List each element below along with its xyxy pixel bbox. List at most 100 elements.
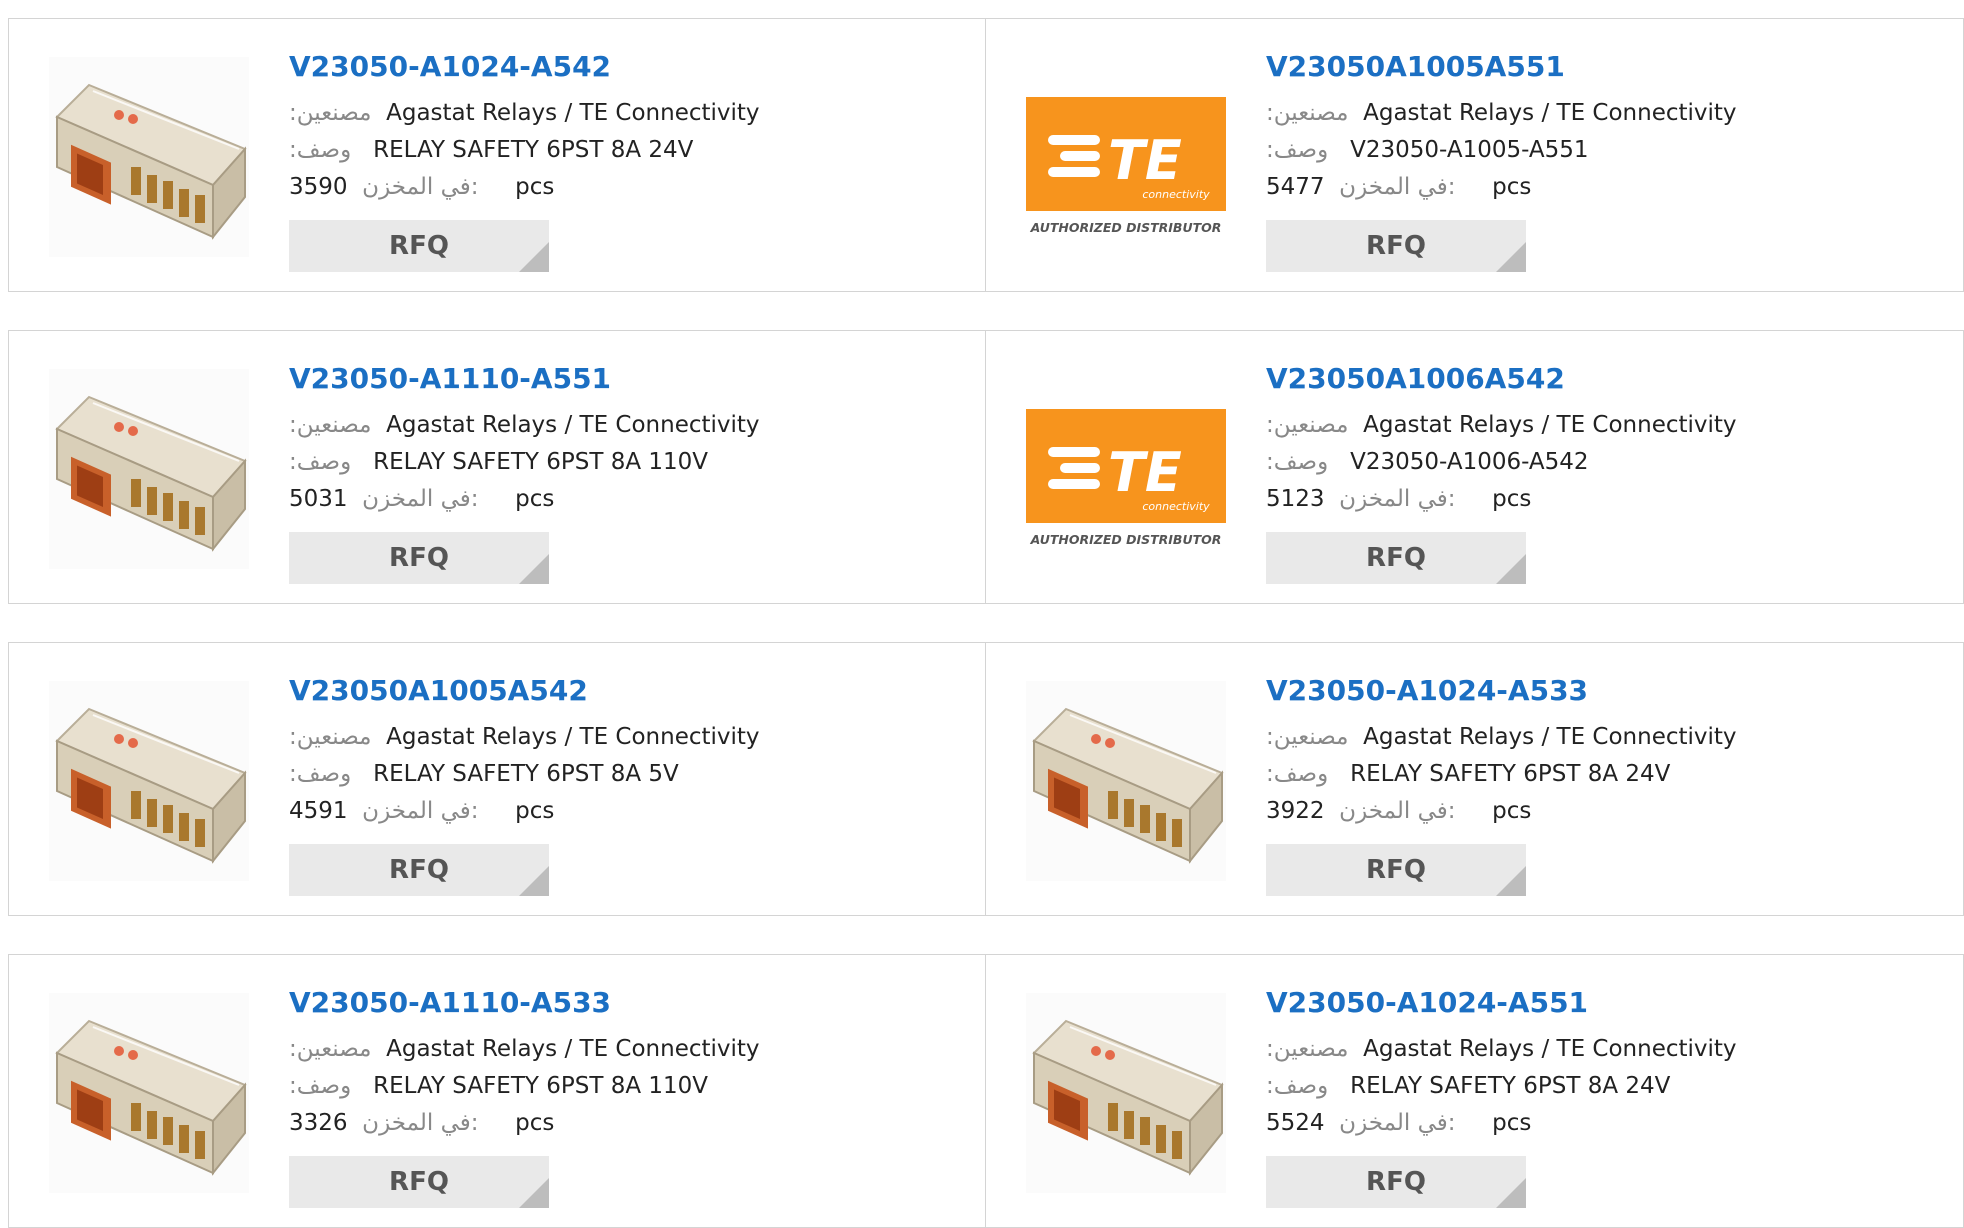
rfq-button-label: RFQ — [1366, 855, 1426, 885]
rfq-button[interactable]: RFQ — [289, 532, 549, 584]
stock-label: في المخزن: — [362, 798, 479, 824]
rfq-button[interactable]: RFQ — [1266, 844, 1526, 896]
relay-photo-icon — [49, 993, 249, 1193]
rfq-button[interactable]: RFQ — [289, 220, 549, 272]
svg-text:TE: TE — [1108, 129, 1182, 192]
manufacturer-row: :مصنعين Agastat Relays / TE Connectivity — [1266, 1031, 1737, 1068]
rfq-button[interactable]: RFQ — [1266, 532, 1526, 584]
description-label: :وصف — [1266, 761, 1329, 787]
manufacturer-label: :مصنعين — [289, 724, 372, 750]
product-image[interactable]: TE connectivity AUTHORIZED DISTRIBUTOR — [1026, 57, 1226, 257]
part-number-link[interactable]: V23050A1005A542 — [289, 671, 760, 711]
product-info: V23050-A1024-A551 :مصنعين Agastat Relays… — [1266, 983, 1737, 1208]
product-card: TE connectivity AUTHORIZED DISTRIBUTOR V… — [986, 18, 1964, 292]
relay-photo-icon — [49, 57, 249, 257]
stock-label: في المخزن: — [1339, 798, 1456, 824]
manufacturer-row: :مصنعين Agastat Relays / TE Connectivity — [1266, 719, 1737, 756]
manufacturer-row: :مصنعين Agastat Relays / TE Connectivity — [289, 95, 760, 132]
description-value: RELAY SAFETY 6PST 8A 24V — [1350, 761, 1671, 787]
part-number-link[interactable]: V23050-A1024-A533 — [1266, 671, 1737, 711]
product-info: V23050A1005A542 :مصنعين Agastat Relays /… — [289, 671, 760, 896]
product-info: V23050-A1110-A551 :مصنعين Agastat Relays… — [289, 359, 760, 584]
description-label: :وصف — [289, 1073, 352, 1099]
rfq-button[interactable]: RFQ — [1266, 1156, 1526, 1208]
svg-text:TE: TE — [1108, 441, 1182, 504]
stock-row: 3326 في المخزن: pcs — [289, 1105, 760, 1142]
description-value: RELAY SAFETY 6PST 8A 110V — [373, 449, 709, 475]
corner-triangle-icon — [1496, 1178, 1526, 1208]
product-card: V23050-A1024-A533 :مصنعين Agastat Relays… — [986, 642, 1964, 916]
description-label: :وصف — [289, 137, 352, 163]
rfq-button-label: RFQ — [1366, 231, 1426, 261]
rfq-button[interactable]: RFQ — [289, 1156, 549, 1208]
manufacturer-label: :مصنعين — [289, 1036, 372, 1062]
product-image[interactable] — [49, 681, 249, 881]
manufacturer-label: :مصنعين — [1266, 724, 1349, 750]
manufacturer-value: Agastat Relays / TE Connectivity — [386, 724, 760, 750]
description-label: :وصف — [1266, 449, 1329, 475]
description-row: :وصف RELAY SAFETY 6PST 8A 5V — [289, 756, 760, 793]
pcs-unit: pcs — [515, 486, 555, 512]
description-row: :وصف RELAY SAFETY 6PST 8A 24V — [1266, 1068, 1737, 1105]
part-number-link[interactable]: V23050A1006A542 — [1266, 359, 1737, 399]
manufacturer-value: Agastat Relays / TE Connectivity — [1363, 100, 1737, 126]
part-number-link[interactable]: V23050-A1110-A551 — [289, 359, 760, 399]
stock-label: في المخزن: — [362, 486, 479, 512]
relay-photo-icon — [49, 369, 249, 569]
product-image[interactable] — [1026, 993, 1226, 1193]
svg-text:connectivity: connectivity — [1142, 188, 1210, 201]
stock-row: 5031 في المخزن: pcs — [289, 481, 760, 518]
manufacturer-value: Agastat Relays / TE Connectivity — [1363, 1036, 1737, 1062]
stock-label: في المخزن: — [362, 174, 479, 200]
manufacturer-value: Agastat Relays / TE Connectivity — [386, 100, 760, 126]
product-image[interactable] — [49, 57, 249, 257]
product-card: V23050-A1110-A551 :مصنعين Agastat Relays… — [8, 330, 986, 604]
description-value: RELAY SAFETY 6PST 8A 5V — [373, 761, 679, 787]
product-image[interactable]: TE connectivity AUTHORIZED DISTRIBUTOR — [1026, 369, 1226, 569]
te-logo-icon: TE connectivity AUTHORIZED DISTRIBUTOR — [1026, 369, 1226, 569]
rfq-button[interactable]: RFQ — [1266, 220, 1526, 272]
relay-photo-icon — [49, 681, 249, 881]
stock-row: 4591 في المخزن: pcs — [289, 793, 760, 830]
corner-triangle-icon — [1496, 554, 1526, 584]
pcs-unit: pcs — [1492, 174, 1532, 200]
manufacturer-value: Agastat Relays / TE Connectivity — [1363, 412, 1737, 438]
stock-row: 3590 في المخزن: pcs — [289, 169, 760, 206]
rfq-button-label: RFQ — [1366, 1167, 1426, 1197]
stock-row: 3922 في المخزن: pcs — [1266, 793, 1737, 830]
corner-triangle-icon — [1496, 866, 1526, 896]
product-card: TE connectivity AUTHORIZED DISTRIBUTOR V… — [986, 330, 1964, 604]
stock-label: في المخزن: — [1339, 1110, 1456, 1136]
part-number-link[interactable]: V23050-A1024-A551 — [1266, 983, 1737, 1023]
stock-value: 3922 — [1266, 798, 1325, 824]
pcs-unit: pcs — [515, 1110, 555, 1136]
pcs-unit: pcs — [1492, 1110, 1532, 1136]
manufacturer-label: :مصنعين — [1266, 412, 1349, 438]
description-label: :وصف — [1266, 137, 1329, 163]
stock-row: 5477 في المخزن: pcs — [1266, 169, 1737, 206]
product-image[interactable] — [49, 993, 249, 1193]
stock-row: 5123 في المخزن: pcs — [1266, 481, 1737, 518]
manufacturer-label: :مصنعين — [289, 412, 372, 438]
description-row: :وصف RELAY SAFETY 6PST 8A 110V — [289, 444, 760, 481]
description-row: :وصف RELAY SAFETY 6PST 8A 24V — [289, 132, 760, 169]
product-image[interactable] — [49, 369, 249, 569]
product-info: V23050-A1024-A542 :مصنعين Agastat Relays… — [289, 47, 760, 272]
rfq-button[interactable]: RFQ — [289, 844, 549, 896]
part-number-link[interactable]: V23050-A1024-A542 — [289, 47, 760, 87]
corner-triangle-icon — [1496, 242, 1526, 272]
stock-value: 5123 — [1266, 486, 1325, 512]
rfq-button-label: RFQ — [389, 1167, 449, 1197]
description-value: RELAY SAFETY 6PST 8A 24V — [373, 137, 694, 163]
manufacturer-value: Agastat Relays / TE Connectivity — [1363, 724, 1737, 750]
rfq-button-label: RFQ — [389, 855, 449, 885]
part-number-link[interactable]: V23050-A1110-A533 — [289, 983, 760, 1023]
product-image[interactable] — [1026, 681, 1226, 881]
manufacturer-row: :مصنعين Agastat Relays / TE Connectivity — [289, 1031, 760, 1068]
pcs-unit: pcs — [1492, 798, 1532, 824]
description-label: :وصف — [289, 449, 352, 475]
relay-photo-icon — [1026, 993, 1226, 1193]
description-row: :وصف RELAY SAFETY 6PST 8A 24V — [1266, 756, 1737, 793]
part-number-link[interactable]: V23050A1005A551 — [1266, 47, 1737, 87]
description-value: RELAY SAFETY 6PST 8A 24V — [1350, 1073, 1671, 1099]
